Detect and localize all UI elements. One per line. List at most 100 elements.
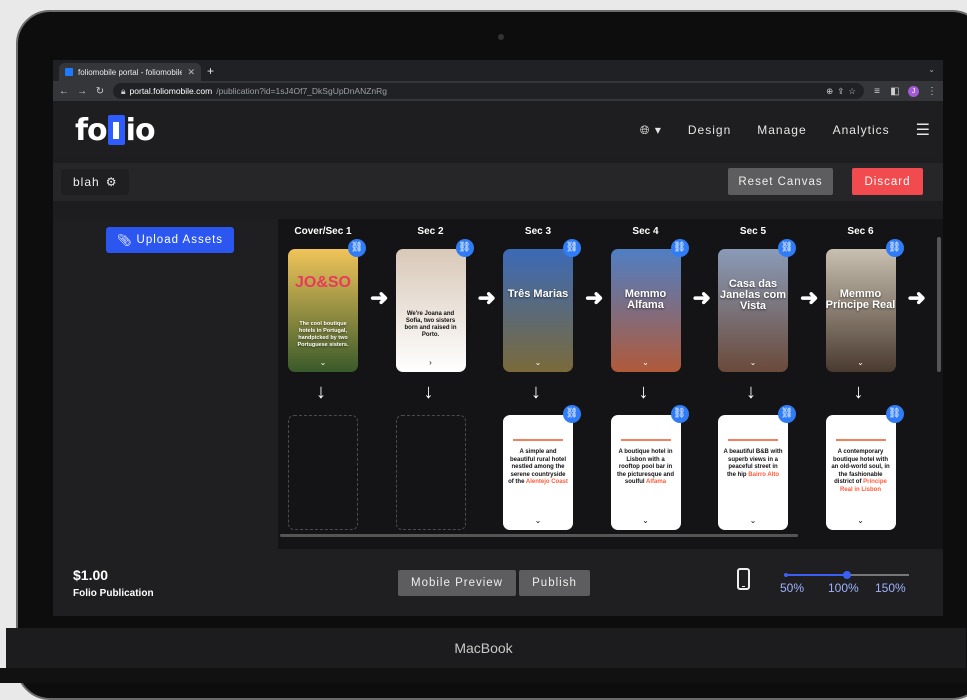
sub-description: A boutique hotel in Lisbon with a roofto… (616, 449, 676, 487)
lock-icon: 🔒︎ (121, 85, 126, 96)
logo-text-right: io (125, 112, 156, 148)
link-icon[interactable]: ⛓︎ (885, 239, 904, 257)
menu-icon[interactable]: ⋮ (927, 86, 937, 97)
zoom-thumb[interactable] (842, 571, 851, 579)
favicon-icon (65, 68, 73, 76)
upload-assets-label: Upload Assets (136, 234, 224, 246)
folio-logo[interactable]: fo io (75, 112, 156, 148)
arrow-down-icon: ↓ (316, 381, 326, 403)
link-icon[interactable]: ⛓︎ (563, 239, 581, 257)
section-cover-card[interactable]: Memmo Príncipe Real ⌄ (825, 249, 896, 372)
sub-tag-line (513, 439, 563, 441)
cover-title: JO&SO (294, 274, 351, 291)
section-cover-card[interactable]: Três Marias ⌄ (503, 249, 573, 372)
section-cover-card[interactable]: Memmo Alfama ⌄ (610, 249, 681, 372)
upload-assets-button[interactable]: 📎︎ Upload Assets (106, 227, 234, 253)
link-icon[interactable]: ⛓︎ (455, 239, 474, 257)
url-host: portal.foliomobile.com (129, 86, 213, 96)
sub-tag-line (728, 439, 778, 441)
arrow-right-icon: ➜ (907, 285, 926, 310)
chevron-down-icon: ⌄ (857, 358, 864, 367)
link-icon[interactable]: ⛓︎ (670, 239, 689, 257)
empty-sub-slot[interactable] (288, 415, 358, 530)
link-icon[interactable]: ⛓︎ (778, 405, 796, 423)
reload-icon[interactable]: ↻ (95, 86, 105, 97)
paperclip-icon: 📎︎ (116, 235, 133, 247)
section-sub-card[interactable]: A beautiful B&B with superb views in a p… (718, 415, 788, 530)
link-icon[interactable]: ⛓︎ (348, 239, 366, 257)
cover-title: Memmo Príncipe Real (825, 288, 896, 311)
hamburger-icon[interactable]: ☰ (916, 120, 931, 140)
cover-title: Casa das Janelas com Vista (719, 278, 787, 312)
url-field[interactable]: 🔒︎ portal.foliomobile.com/publication?id… (113, 83, 864, 99)
reset-canvas-button[interactable]: Reset Canvas (728, 168, 833, 195)
app-header: fo io 🌐︎ ▾ Design Manage Analytics ☰ (53, 101, 943, 159)
workspace: 📎︎ Upload Assets Cover/Sec 1 JO&SO The coo… (53, 219, 943, 549)
nav-manage[interactable]: Manage (757, 123, 806, 137)
arrow-right-icon: ➜ (800, 285, 819, 310)
section-sub-card[interactable]: A contemporary boutique hotel with an ol… (825, 415, 896, 530)
chevron-down-icon: ⌄ (857, 516, 864, 525)
browser-tab[interactable]: foliomobile portal - foliomobile ✕ (59, 63, 201, 81)
sub-tag-line (835, 439, 886, 441)
arrow-down-icon: ↓ (531, 381, 541, 403)
avatar[interactable]: J (908, 85, 919, 97)
phone-icon[interactable] (737, 568, 750, 590)
arrow-right-icon: ➜ (477, 285, 496, 310)
chevron-down-icon[interactable]: ⌄ (928, 65, 935, 74)
section-label: Sec 4 (632, 226, 659, 237)
close-icon[interactable]: ✕ (187, 67, 195, 78)
share-icon[interactable]: ⇪ (837, 86, 844, 97)
section-cover-card[interactable]: We're Joana and Sofia, two sisters born … (395, 249, 466, 372)
zoom-slider[interactable] (784, 571, 909, 579)
zoom-label-150[interactable]: 150% (875, 581, 906, 595)
forward-icon[interactable]: → (77, 86, 87, 97)
section-sub-card[interactable]: A boutique hotel in Lisbon with a roofto… (610, 415, 681, 530)
chevron-down-icon: ⌄ (534, 358, 542, 367)
zoom-icon[interactable]: ⊕ (826, 86, 833, 97)
star-icon[interactable]: ☆ (848, 86, 856, 97)
link-icon[interactable]: ⛓︎ (885, 405, 904, 423)
laptop-bottom-edge (0, 668, 967, 683)
publish-button[interactable]: Publish (519, 570, 590, 596)
horizontal-scrollbar[interactable] (280, 534, 798, 537)
section-cover-card[interactable]: JO&SO The cool boutique hotels in Portuga… (288, 249, 358, 372)
zoom-label-50[interactable]: 50% (780, 581, 804, 595)
gear-icon[interactable]: ⚙ (106, 175, 118, 189)
sub-description: A beautiful B&B with superb views in a p… (723, 449, 783, 479)
new-tab-icon[interactable]: + (207, 64, 214, 78)
section-cover-card[interactable]: Casa das Janelas com Vista ⌄ (718, 249, 788, 372)
zoom-fill (784, 574, 847, 576)
section-sub-card[interactable]: A simple and beautiful rural hotel nestl… (503, 415, 573, 530)
nav-analytics[interactable]: Analytics (833, 123, 890, 137)
arrow-down-icon: ↓ (853, 381, 864, 403)
cover-title: Três Marias (507, 288, 569, 300)
arrow-right-icon: ➜ (370, 285, 389, 310)
nav-design[interactable]: Design (688, 123, 731, 137)
reading-list-icon[interactable]: ≡ (872, 86, 882, 97)
link-icon[interactable]: ⛓︎ (778, 239, 796, 257)
chevron-down-icon: ⌄ (642, 516, 649, 525)
link-icon[interactable]: ⛓︎ (670, 405, 689, 423)
discard-button[interactable]: Discard (852, 168, 923, 195)
zoom-label-100[interactable]: 100% (828, 581, 859, 595)
url-path: /publication?id=1sJ4Of7_DkSgUpDnANZnRg (216, 86, 388, 96)
arrow-right-icon: ➜ (585, 285, 604, 310)
side-panel-icon[interactable]: ◧ (890, 86, 900, 97)
logo-text-left: fo (75, 112, 108, 148)
sub-description: A simple and beautiful rural hotel nestl… (508, 449, 568, 487)
vertical-scrollbar[interactable] (937, 237, 941, 372)
sub-text-highlight: Alentejo Coast (525, 479, 568, 485)
link-icon[interactable]: ⛓︎ (563, 405, 581, 423)
globe-icon[interactable]: 🌐︎ ▾ (640, 123, 662, 138)
section-canvas[interactable]: Cover/Sec 1 JO&SO The cool boutique hotels… (278, 219, 943, 549)
section-label: Sec 5 (739, 226, 767, 237)
publication-name[interactable]: blah ⚙ (61, 169, 130, 195)
left-panel: 📎︎ Upload Assets (53, 219, 278, 549)
arrow-down-icon: ↓ (423, 381, 434, 403)
cover-caption: The cool boutique hotels in Portugal, ha… (297, 321, 349, 348)
arrow-down-icon: ↓ (638, 381, 649, 403)
empty-sub-slot[interactable] (395, 415, 466, 530)
back-icon[interactable]: ← (59, 86, 69, 97)
mobile-preview-button[interactable]: Mobile Preview (398, 570, 516, 596)
